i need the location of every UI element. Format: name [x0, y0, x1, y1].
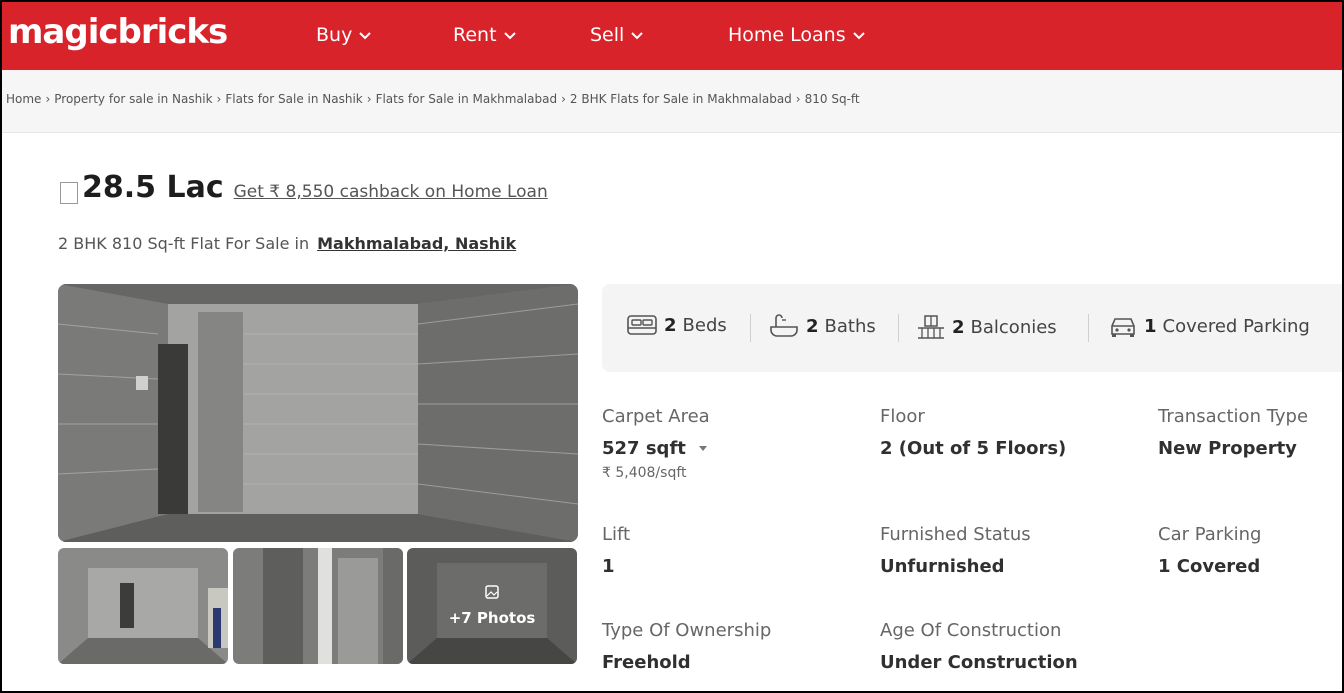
- image-icon: [485, 585, 499, 599]
- nav-rent[interactable]: Rent: [453, 24, 517, 46]
- main-photo[interactable]: [58, 284, 578, 542]
- amenity-parking: 1 Covered Parking: [1108, 314, 1310, 338]
- photo-thumb-2[interactable]: [233, 548, 403, 664]
- site-logo[interactable]: magicbricks: [8, 12, 228, 52]
- nav-buy-label: Buy: [316, 24, 353, 46]
- breadcrumb-trail: Home › Property for sale in Nashik › Flats f…: [6, 92, 860, 106]
- breadcrumb: Home › Property for sale in Nashik › Flats f…: [2, 70, 1342, 133]
- locality-link[interactable]: Makhmalabad, Nashik: [317, 234, 516, 253]
- nav-rent-label: Rent: [453, 24, 497, 46]
- car-parking-value: 1 Covered: [1158, 556, 1261, 577]
- nav-home-loans[interactable]: Home Loans: [728, 24, 866, 46]
- breadcrumb-flats-makhmalabad[interactable]: Flats for Sale in Makhmalabad: [376, 92, 558, 106]
- room-photo-main: [58, 284, 578, 542]
- breadcrumb-2bhk-makhmalabad[interactable]: 2 BHK Flats for Sale in Makhmalabad: [570, 92, 792, 106]
- price-group: 28.5 Lac: [60, 170, 224, 205]
- breadcrumb-separator: ›: [216, 92, 222, 106]
- listing-title: 2 BHK 810 Sq-ft Flat For Sale in Makhmala…: [58, 234, 516, 253]
- transaction-type-value: New Property: [1158, 438, 1297, 459]
- ownership-value: Freehold: [602, 652, 691, 673]
- floor-value: 2 (Out of 5 Floors): [880, 438, 1067, 459]
- amenity-baths-label: Baths: [824, 315, 876, 337]
- listing-title-text: 2 BHK 810 Sq-ft Flat For Sale in: [58, 234, 310, 253]
- breadcrumb-separator: ›: [795, 92, 801, 106]
- bed-icon: [627, 315, 657, 335]
- breadcrumb-separator: ›: [561, 92, 566, 106]
- nav-home-loans-label: Home Loans: [728, 24, 846, 46]
- more-photos-label: +7 Photos: [448, 609, 536, 627]
- amenity-baths-count: 2: [806, 315, 819, 337]
- amenity-beds: 2 Beds: [626, 314, 727, 336]
- bath-icon: [770, 314, 798, 337]
- price-row: 28.5 Lac Get ₹ 8,550 cashback on Home Lo…: [60, 170, 548, 205]
- car-icon: [1111, 318, 1135, 337]
- chevron-down-icon: [503, 32, 516, 40]
- breadcrumb-home[interactable]: Home: [6, 92, 41, 106]
- amenity-parking-count: 1: [1144, 315, 1157, 337]
- amenity-balconies: 2 Balconies: [916, 314, 1057, 340]
- age-of-construction-value: Under Construction: [880, 652, 1078, 673]
- amenity-parking-label: Covered Parking: [1162, 315, 1310, 337]
- amenity-beds-count: 2: [664, 314, 677, 336]
- nav-sell[interactable]: Sell: [590, 24, 644, 46]
- amenity-divider: [1088, 314, 1089, 342]
- chevron-down-icon: [631, 32, 644, 40]
- amenity-beds-label: Beds: [682, 314, 727, 336]
- photo-thumb-1[interactable]: [58, 548, 228, 664]
- breadcrumb-separator: ›: [366, 92, 372, 106]
- breadcrumb-flats-nashik[interactable]: Flats for Sale in Nashik: [225, 92, 362, 106]
- more-photos-overlay[interactable]: +7 Photos: [407, 548, 577, 664]
- transaction-type-label: Transaction Type: [1158, 406, 1309, 427]
- ownership-label: Type Of Ownership: [602, 620, 772, 641]
- chevron-down-icon: [852, 32, 865, 40]
- age-of-construction-label: Age Of Construction: [880, 620, 1062, 641]
- photo-thumb-more[interactable]: +7 Photos: [407, 548, 577, 664]
- lift-label: Lift: [602, 524, 631, 545]
- amenity-divider: [898, 314, 899, 342]
- carpet-area-label: Carpet Area: [602, 406, 710, 427]
- carpet-area-value[interactable]: 527 sqft: [602, 438, 708, 459]
- nav-sell-label: Sell: [590, 24, 625, 46]
- nav-buy[interactable]: Buy: [316, 24, 372, 46]
- room-photo-thumb: [58, 548, 228, 664]
- breadcrumb-property-nashik[interactable]: Property for sale in Nashik: [54, 92, 212, 106]
- site-header: magicbricks Buy Rent Sell Home Loans: [2, 2, 1342, 70]
- amenity-balconies-count: 2: [952, 316, 965, 338]
- amenity-balconies-label: Balconies: [970, 316, 1057, 338]
- amenity-baths: 2 Baths: [768, 314, 876, 338]
- price-per-sqft: ₹ 5,408/sqft: [602, 465, 687, 481]
- breadcrumb-separator: ›: [45, 92, 51, 106]
- furnished-status-value: Unfurnished: [880, 556, 1005, 577]
- amenities-bar: 2 Beds 2 Baths 2 Balconies 1 Covered Par…: [602, 284, 1342, 372]
- listing-price: 28.5 Lac: [82, 170, 224, 205]
- room-photo-thumb: [233, 548, 403, 664]
- amenity-divider: [750, 314, 751, 342]
- furnished-status-label: Furnished Status: [880, 524, 1031, 545]
- carpet-area-text: 527 sqft: [602, 438, 686, 459]
- cashback-link[interactable]: Get ₹ 8,550 cashback on Home Loan: [234, 182, 548, 202]
- balcony-icon: [918, 315, 944, 339]
- page-frame: magicbricks Buy Rent Sell Home Loans Hom…: [0, 0, 1344, 693]
- car-parking-label: Car Parking: [1158, 524, 1262, 545]
- rupee-icon: [60, 181, 78, 204]
- lift-value: 1: [602, 556, 615, 577]
- floor-label: Floor: [880, 406, 925, 427]
- chevron-down-icon: [359, 32, 372, 40]
- caret-down-icon: [699, 446, 708, 451]
- breadcrumb-current: 810 Sq-ft: [804, 92, 860, 106]
